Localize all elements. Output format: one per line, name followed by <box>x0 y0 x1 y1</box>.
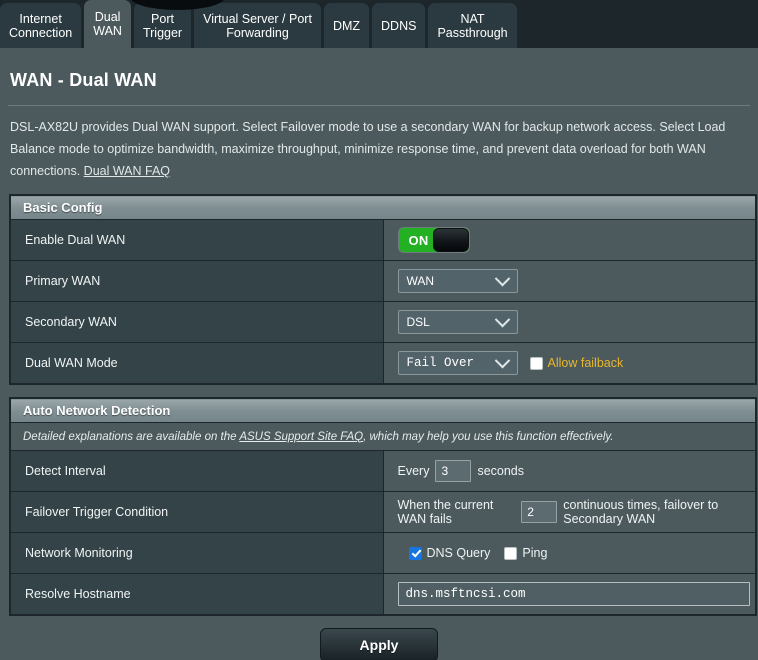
row-detect-interval: Detect Interval Every seconds <box>10 450 756 492</box>
value-secondary-wan: DSL <box>382 301 756 343</box>
toggle-state-label: ON <box>408 232 429 248</box>
basic-config-title: Basic Config <box>10 195 756 220</box>
tab-label: Dual WAN <box>93 10 122 38</box>
basic-config-header-row: Basic Config <box>10 195 756 220</box>
chevron-down-icon <box>494 352 510 368</box>
value-failover-trigger-condition: When the current WAN fails continuous ti… <box>382 491 756 533</box>
tab-virtual-server-port-forwarding[interactable]: Virtual Server / Port Forwarding <box>194 3 321 48</box>
label-detect-interval: Detect Interval <box>10 450 384 492</box>
failover-trigger-input[interactable] <box>521 501 558 523</box>
value-detect-interval: Every seconds <box>382 450 756 492</box>
page-title: WAN - Dual WAN <box>10 70 157 90</box>
resolve-hostname-input[interactable] <box>397 582 750 606</box>
primary-wan-select[interactable]: WAN <box>397 269 518 293</box>
row-resolve-hostname: Resolve Hostname <box>10 573 756 615</box>
tab-dual-wan[interactable]: Dual WAN <box>84 0 131 48</box>
dual-wan-mode-selected-value: Fail Over <box>406 356 475 370</box>
tab-internet-connection[interactable]: Internet Connection <box>0 3 82 48</box>
value-dual-wan-mode: Fail Over Allow failback <box>382 342 756 384</box>
enable-dual-wan-toggle[interactable]: ON <box>397 227 470 253</box>
row-enable-dual-wan: Enable Dual WAN ON <box>10 219 756 261</box>
chevron-down-icon <box>494 311 510 327</box>
failover-trigger-suffix: continuous times, failover to Secondary … <box>563 498 719 526</box>
secondary-wan-selected-value: DSL <box>406 315 430 329</box>
primary-wan-selected-value: WAN <box>406 274 435 288</box>
auto-network-detection-panel: Auto Network Detection Detailed explanat… <box>9 397 757 616</box>
tab-label: Virtual Server / Port Forwarding <box>203 11 312 40</box>
apply-button[interactable]: Apply <box>320 628 438 660</box>
tab-label: DDNS <box>381 18 417 33</box>
row-primary-wan: Primary WAN WAN <box>10 260 756 302</box>
value-primary-wan: WAN <box>382 260 756 302</box>
page-description: DSL-AX82U provides Dual WAN support. Sel… <box>6 106 752 182</box>
row-failover-trigger-condition: Failover Trigger Condition When the curr… <box>10 491 756 533</box>
page-content: WAN - Dual WAN DSL-AX82U provides Dual W… <box>0 48 758 660</box>
tab-label: DMZ <box>332 18 361 33</box>
row-secondary-wan: Secondary WAN DSL <box>10 301 756 343</box>
value-network-monitoring: DNS Query Ping <box>382 532 756 574</box>
value-resolve-hostname <box>382 573 756 615</box>
label-secondary-wan: Secondary WAN <box>10 301 384 343</box>
label-primary-wan: Primary WAN <box>10 260 384 302</box>
detect-interval-suffix: seconds <box>477 464 525 478</box>
note-prefix: Detailed explanations are available on t… <box>23 430 240 443</box>
detect-interval-prefix: Every <box>397 464 430 478</box>
failover-trigger-prefix: When the current WAN fails <box>397 498 494 526</box>
label-resolve-hostname: Resolve Hostname <box>10 573 384 615</box>
basic-config-panel: Basic Config Enable Dual WAN ON Primary … <box>9 194 757 385</box>
allow-failback-label[interactable]: Allow failback <box>548 356 624 370</box>
secondary-wan-select[interactable]: DSL <box>397 310 518 334</box>
row-dual-wan-mode: Dual WAN Mode Fail Over Allow failback <box>10 342 756 384</box>
tab-dmz[interactable]: DMZ <box>323 3 370 48</box>
label-failover-trigger-condition: Failover Trigger Condition <box>10 491 384 533</box>
chevron-down-icon <box>494 270 510 286</box>
tab-label: Internet Connection <box>9 11 73 40</box>
tab-port-trigger[interactable]: Port Trigger <box>133 3 192 48</box>
row-network-monitoring: Network Monitoring DNS Query Ping <box>10 532 756 574</box>
main-tab-bar: Internet Connection Dual WAN Port Trigge… <box>0 0 758 48</box>
ping-checkbox[interactable] <box>504 546 518 560</box>
auto-network-detection-title: Auto Network Detection <box>10 398 756 423</box>
dns-query-label[interactable]: DNS Query <box>427 546 491 560</box>
dual-wan-faq-link[interactable]: Dual WAN FAQ <box>84 164 170 178</box>
value-enable-dual-wan: ON <box>382 219 756 261</box>
detect-interval-input[interactable] <box>435 460 472 482</box>
label-enable-dual-wan: Enable Dual WAN <box>10 219 384 261</box>
asus-support-site-faq-link[interactable]: ASUS Support Site FAQ <box>239 431 363 443</box>
note-suffix: , which may help you use this function e… <box>363 430 614 443</box>
dns-query-checkbox[interactable] <box>408 546 422 560</box>
tab-ddns[interactable]: DDNS <box>372 3 426 48</box>
dual-wan-mode-select[interactable]: Fail Over <box>397 351 518 375</box>
auto-detection-header-row: Auto Network Detection <box>10 398 756 423</box>
tab-label: Port Trigger <box>142 11 183 40</box>
auto-network-detection-note: Detailed explanations are available on t… <box>10 422 756 451</box>
ping-label[interactable]: Ping <box>522 546 547 560</box>
label-dual-wan-mode: Dual WAN Mode <box>10 342 384 384</box>
apply-button-container: Apply <box>6 616 752 660</box>
allow-failback-checkbox[interactable] <box>529 356 543 370</box>
label-network-monitoring: Network Monitoring <box>10 532 384 574</box>
toggle-knob <box>432 228 469 252</box>
auto-detection-note-row: Detailed explanations are available on t… <box>10 422 756 451</box>
tab-nat-passthrough[interactable]: NAT Passthrough <box>428 3 517 48</box>
tab-label: NAT Passthrough <box>437 11 508 40</box>
